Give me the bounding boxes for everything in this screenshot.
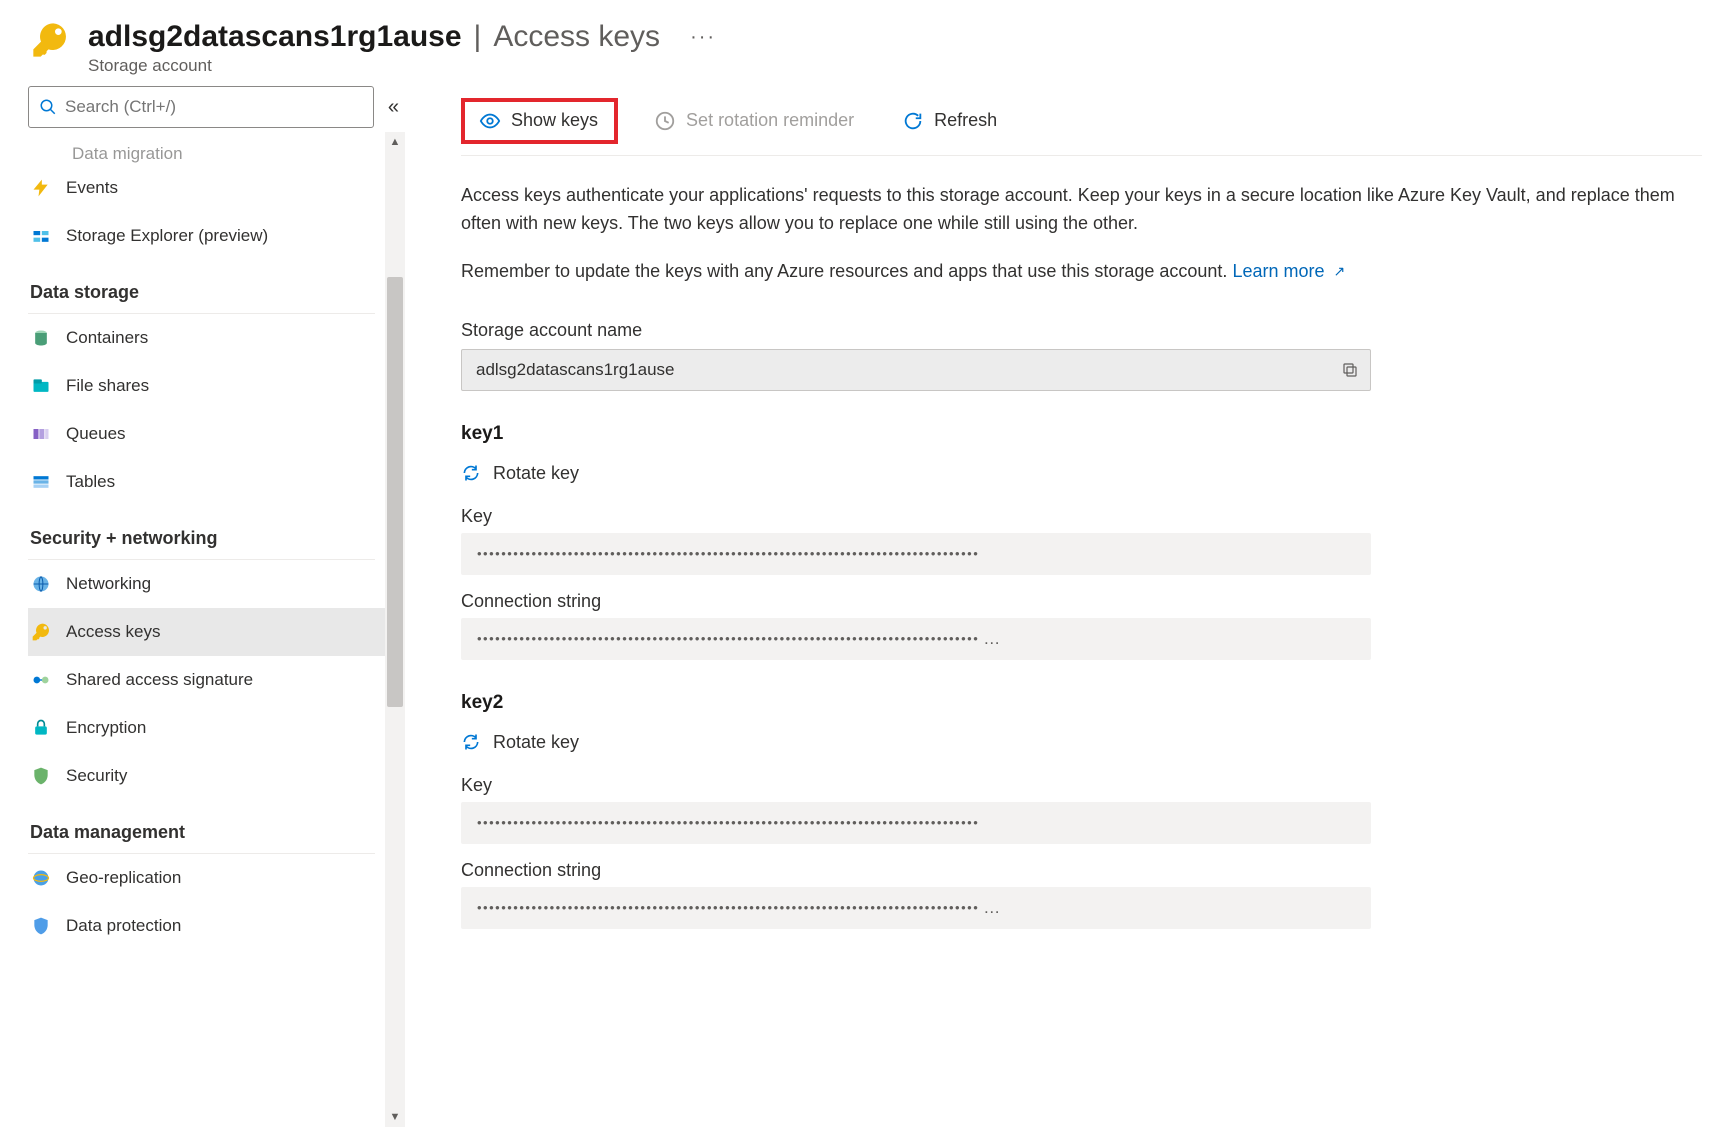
sidebar-item-label: Security [66, 766, 127, 786]
external-link-icon: ↗ [1334, 263, 1346, 279]
collapse-sidebar-button[interactable]: « [382, 96, 405, 119]
sidebar-item-label: Geo-replication [66, 868, 181, 888]
eye-icon [479, 110, 501, 132]
highlight-show-keys: Show keys [461, 98, 618, 144]
sidebar-item-label: Shared access signature [66, 670, 253, 690]
rotate-icon [461, 463, 481, 483]
learn-more-label: Learn more [1232, 261, 1324, 281]
storage-account-name-field [461, 349, 1371, 391]
shield2-icon [30, 915, 52, 937]
sidebar-section-data-storage: Data storage [28, 260, 375, 314]
description-p2: Remember to update the keys with any Azu… [461, 258, 1692, 286]
rotate-key1-button[interactable]: Rotate key [461, 463, 1702, 484]
key2-conn-value[interactable]: ••••••••••••••••••••••••••••••••••••••••… [461, 887, 1371, 929]
sidebar-section-data-mgmt: Data management [28, 800, 375, 854]
sidebar-search[interactable] [28, 86, 374, 128]
clock-icon [654, 110, 676, 132]
key2-heading: key2 [461, 692, 1702, 714]
sidebar-item-encryption[interactable]: Encryption [28, 704, 385, 752]
sidebar-item-security[interactable]: Security [28, 752, 385, 800]
scroll-up-icon[interactable]: ▲ [385, 132, 405, 152]
sidebar-item-sas[interactable]: Shared access signature [28, 656, 385, 704]
title-separator: | [474, 20, 482, 54]
search-input[interactable] [65, 97, 363, 117]
key-icon [30, 20, 70, 60]
key1-conn-label: Connection string [461, 591, 1702, 612]
refresh-icon [902, 110, 924, 132]
sidebar-item-label: Storage Explorer (preview) [66, 226, 268, 246]
learn-more-link[interactable]: Learn more ↗ [1232, 261, 1345, 281]
sidebar-item-label: Queues [66, 424, 126, 444]
storage-account-name-label: Storage account name [461, 320, 1702, 341]
tables-icon [30, 471, 52, 493]
sidebar-item-label: Encryption [66, 718, 146, 738]
page-header: adlsg2datascans1rg1ause | Access keys ··… [0, 0, 1732, 86]
sidebar-item-geo-replication[interactable]: Geo-replication [28, 854, 385, 902]
key2-key-value[interactable]: ••••••••••••••••••••••••••••••••••••••••… [461, 802, 1371, 844]
show-keys-label: Show keys [511, 110, 598, 131]
show-keys-button[interactable]: Show keys [467, 104, 610, 138]
sidebar-item-queues[interactable]: Queues [28, 410, 385, 458]
lightning-icon [30, 177, 52, 199]
sidebar-item-label: Networking [66, 574, 151, 594]
sidebar-item-label: Tables [66, 472, 115, 492]
rotate-key-label: Rotate key [493, 463, 579, 484]
set-rotation-reminder-button: Set rotation reminder [642, 104, 866, 138]
sas-icon [30, 669, 52, 691]
description-p1: Access keys authenticate your applicatio… [461, 182, 1692, 238]
sidebar-item-label: Access keys [66, 622, 160, 642]
sidebar-item-data-protection[interactable]: Data protection [28, 902, 385, 950]
rotation-reminder-label: Set rotation reminder [686, 110, 854, 131]
sidebar-item-cut[interactable]: Data migration [28, 140, 405, 164]
main-content: Show keys Set rotation reminder Refresh … [405, 86, 1732, 1127]
rotate-key-label: Rotate key [493, 732, 579, 753]
containers-icon [30, 327, 52, 349]
more-menu[interactable]: ··· [690, 26, 716, 49]
sidebar-item-label: Events [66, 178, 118, 198]
queues-icon [30, 423, 52, 445]
page-title: Access keys [493, 20, 660, 54]
shield-icon [30, 765, 52, 787]
globe-icon [30, 573, 52, 595]
toolbar: Show keys Set rotation reminder Refresh [461, 86, 1702, 156]
key2-key-label: Key [461, 775, 1702, 796]
sidebar: « Data migration Events Storage Explorer… [0, 86, 405, 1127]
refresh-button[interactable]: Refresh [890, 104, 1009, 138]
rotate-key2-button[interactable]: Rotate key [461, 732, 1702, 753]
sidebar-item-label: File shares [66, 376, 149, 396]
scroll-thumb[interactable] [387, 277, 403, 707]
copy-icon [1341, 361, 1359, 379]
sidebar-scrollbar[interactable]: ▲ ▼ [385, 132, 405, 1127]
storage-explorer-icon [30, 225, 52, 247]
sidebar-item-networking[interactable]: Networking [28, 560, 385, 608]
refresh-label: Refresh [934, 110, 997, 131]
sidebar-item-tables[interactable]: Tables [28, 458, 385, 506]
sidebar-item-label: Data protection [66, 916, 181, 936]
sidebar-section-security: Security + networking [28, 506, 375, 560]
resource-type: Storage account [88, 56, 716, 76]
rotate-icon [461, 732, 481, 752]
resource-name: adlsg2datascans1rg1ause [88, 20, 462, 54]
sidebar-item-storage-explorer[interactable]: Storage Explorer (preview) [28, 212, 385, 260]
storage-account-name-input[interactable] [462, 360, 1330, 380]
sidebar-item-containers[interactable]: Containers [28, 314, 385, 362]
search-icon [39, 98, 57, 116]
key1-key-label: Key [461, 506, 1702, 527]
sidebar-item-access-keys[interactable]: Access keys [28, 608, 385, 656]
key1-conn-value[interactable]: ••••••••••••••••••••••••••••••••••••••••… [461, 618, 1371, 660]
globe2-icon [30, 867, 52, 889]
key-small-icon [30, 621, 52, 643]
lock-icon [30, 717, 52, 739]
scroll-down-icon[interactable]: ▼ [385, 1107, 405, 1127]
key1-heading: key1 [461, 423, 1702, 445]
sidebar-item-events[interactable]: Events [28, 164, 385, 212]
sidebar-item-file-shares[interactable]: File shares [28, 362, 385, 410]
copy-button[interactable] [1330, 361, 1370, 379]
file-shares-icon [30, 375, 52, 397]
sidebar-item-label: Containers [66, 328, 148, 348]
key2-conn-label: Connection string [461, 860, 1702, 881]
key1-key-value[interactable]: ••••••••••••••••••••••••••••••••••••••••… [461, 533, 1371, 575]
description-p2-text: Remember to update the keys with any Azu… [461, 261, 1232, 281]
